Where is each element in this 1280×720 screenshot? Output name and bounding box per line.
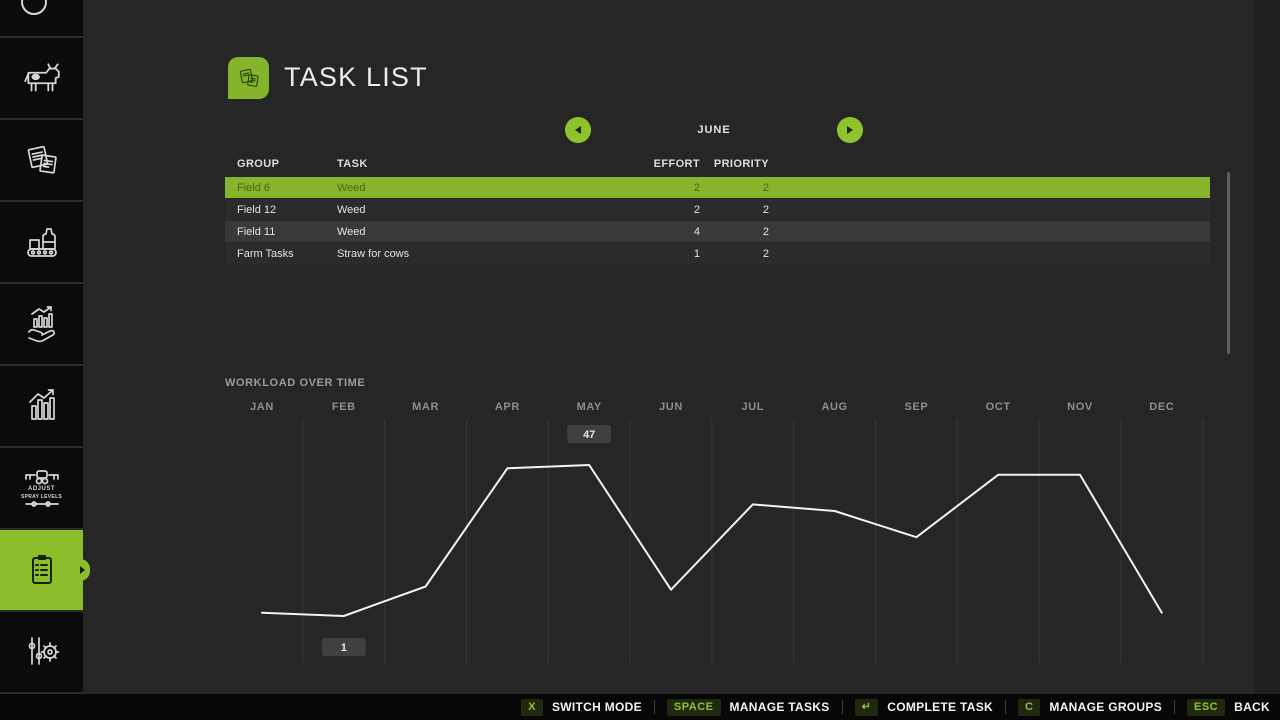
sliders-gear-icon (22, 632, 62, 672)
sidebar: ADJUST SPRAY LEVELS (0, 0, 83, 694)
chart-title: WORKLOAD OVER TIME (225, 377, 365, 389)
cell-effort: 1 (640, 248, 700, 260)
keybar-label: COMPLETE TASK (887, 700, 993, 714)
keybar-label: SWITCH MODE (552, 700, 642, 714)
task-list-page-icon (228, 57, 269, 99)
keybar-divider (1174, 700, 1175, 714)
keybar-item[interactable]: ↵ COMPLETE TASK (855, 699, 993, 716)
workload-chart: JAN FEB MAR APR MAY JUN JUL AUG SEP OCT NOV DEC 1 47 (225, 395, 1210, 680)
cell-priority: 2 (700, 204, 769, 216)
documents-icon (236, 65, 262, 91)
sidebar-item-statistics[interactable] (0, 366, 83, 446)
keybar-item[interactable]: X SWITCH MODE (521, 699, 642, 716)
cell-task: Straw for cows (337, 248, 640, 260)
sidebar-item-task-list[interactable] (0, 530, 83, 610)
keybar-divider (842, 700, 843, 714)
task-table: GROUP TASK EFFORT PRIORITY Field 6Weed22… (225, 152, 1210, 264)
keybar-item[interactable]: C MANAGE GROUPS (1018, 699, 1162, 716)
month-tick-label: FEB (332, 401, 356, 413)
cow-icon (21, 61, 63, 95)
month-tick-label: AUG (821, 401, 847, 413)
month-tick-label: MAR (412, 401, 439, 413)
month-tick-label: JAN (250, 401, 274, 413)
page-title: TASK LIST (284, 62, 428, 93)
task-table-body: Field 6Weed22Field 12Weed22Field 11Weed4… (225, 177, 1210, 264)
header-effort: EFFORT (640, 158, 700, 170)
table-row[interactable]: Field 12Weed22 (225, 199, 1210, 220)
header-group: GROUP (237, 158, 337, 170)
month-tick-label: JUL (742, 401, 765, 413)
bar-chart-arrow-icon (22, 386, 62, 426)
month-tick-label: NOV (1067, 401, 1093, 413)
right-gutter (1254, 0, 1280, 694)
header-task: TASK (337, 158, 640, 170)
scrollbar[interactable] (1227, 172, 1230, 354)
current-month-label: JUNE (640, 124, 788, 136)
circle-icon (0, 0, 83, 36)
adjust-spray-levels-icon (22, 468, 62, 486)
keybar-label: BACK (1234, 700, 1270, 714)
cell-group: Field 11 (237, 226, 337, 238)
esc-key: ESC (1187, 699, 1225, 716)
header-priority: PRIORITY (700, 158, 769, 170)
cell-task: Weed (337, 226, 640, 238)
sidebar-item-contracts[interactable] (0, 120, 83, 200)
cell-group: Field 12 (237, 204, 337, 216)
space-key: SPACE (667, 699, 721, 716)
left-arrow-icon (575, 126, 581, 134)
cell-priority: 2 (700, 182, 769, 194)
cell-effort: 4 (640, 226, 700, 238)
prev-month-button[interactable] (565, 117, 591, 143)
enter-key-icon: ↵ (855, 699, 879, 716)
cell-task: Weed (337, 204, 640, 216)
spray-icon-text: ADJUST SPRAY LEVELS (21, 486, 62, 500)
cell-group: Farm Tasks (237, 248, 337, 260)
workload-line-chart: JAN FEB MAR APR MAY JUN JUL AUG SEP OCT NOV DEC 1 47 (225, 395, 1210, 680)
spray-slider-icon (22, 500, 62, 508)
cell-effort: 2 (640, 182, 700, 194)
month-tick-label: JUN (659, 401, 683, 413)
keybar-label: MANAGE TASKS (730, 700, 830, 714)
cell-task: Weed (337, 182, 640, 194)
production-line-icon (22, 222, 62, 262)
sidebar-item-top-partial[interactable] (0, 0, 83, 36)
table-row[interactable]: Field 11Weed42 (225, 221, 1210, 242)
month-tick-label: DEC (1149, 401, 1174, 413)
cell-effort: 2 (640, 204, 700, 216)
keybind-bar: X SWITCH MODE SPACE MANAGE TASKS ↵ COMPLETE T… (0, 694, 1280, 720)
value-badge-text: 47 (583, 429, 595, 441)
month-tick-label: MAY (577, 401, 602, 413)
month-tick-label: OCT (986, 401, 1011, 413)
keybar-divider (1005, 700, 1006, 714)
next-month-button[interactable] (837, 117, 863, 143)
month-tick-label: APR (495, 401, 520, 413)
x-key: X (521, 699, 543, 716)
right-arrow-icon (847, 126, 853, 134)
task-table-header: GROUP TASK EFFORT PRIORITY (225, 152, 1210, 176)
keybar-item[interactable]: SPACE MANAGE TASKS (667, 699, 830, 716)
hand-chart-icon (22, 304, 62, 344)
table-row[interactable]: Farm TasksStraw for cows12 (225, 243, 1210, 264)
sidebar-item-sales[interactable] (0, 284, 83, 364)
cell-priority: 2 (700, 226, 769, 238)
value-badge-text: 1 (341, 642, 347, 654)
sidebar-item-animals[interactable] (0, 38, 83, 118)
keybar-divider (654, 700, 655, 714)
c-key: C (1018, 699, 1040, 716)
sidebar-item-settings[interactable] (0, 612, 83, 692)
documents-icon (22, 140, 62, 180)
cell-priority: 2 (700, 248, 769, 260)
active-tab-pointer (74, 559, 90, 581)
cell-group: Field 6 (237, 182, 337, 194)
sidebar-item-spray-levels[interactable]: ADJUST SPRAY LEVELS (0, 448, 83, 528)
sidebar-item-production[interactable] (0, 202, 83, 282)
task-clipboard-icon (22, 550, 62, 590)
table-row[interactable]: Field 6Weed22 (225, 177, 1210, 198)
month-tick-label: SEP (904, 401, 928, 413)
task-list-screen: ADJUST SPRAY LEVELS (0, 0, 1280, 720)
keybar-label: MANAGE GROUPS (1049, 700, 1162, 714)
keybar-item[interactable]: ESC BACK (1187, 699, 1270, 716)
